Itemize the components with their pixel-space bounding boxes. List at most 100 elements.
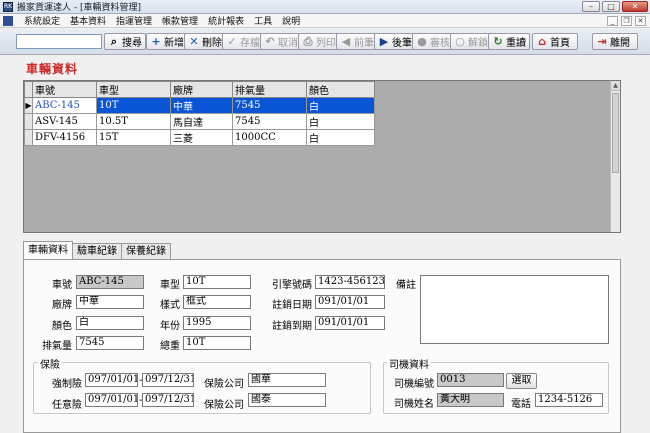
table-cell[interactable]: DFV-4156	[32, 129, 97, 146]
voluntary-to-field[interactable]: 097/12/31	[142, 393, 194, 407]
table-cell[interactable]: 7545	[232, 113, 307, 130]
driver-id-field[interactable]: 0013	[437, 373, 504, 387]
row-indicator-header	[24, 81, 33, 98]
table-cell[interactable]: 7545	[232, 97, 307, 114]
cancel-button[interactable]: ↶ 取消	[260, 33, 302, 50]
mdi-minimize-button[interactable]: _	[607, 16, 618, 26]
expire-label: 註銷到期	[272, 321, 312, 332]
tab-vehicle-info[interactable]: 車輛資料	[23, 241, 73, 259]
next-button[interactable]: ▶ 後筆	[374, 33, 416, 50]
approve-button[interactable]: ● 審核	[412, 33, 454, 50]
home-button[interactable]: ⌂ 首頁	[532, 33, 578, 50]
print-button[interactable]: ⎙ 列印	[298, 33, 340, 50]
brand-label: 廠牌	[52, 300, 72, 311]
reg-date-label: 註銷日期	[272, 300, 312, 311]
compulsory-to-field[interactable]: 097/12/31	[142, 373, 194, 387]
type-field[interactable]: 10T	[183, 275, 251, 289]
weight-field[interactable]: 10T	[183, 336, 251, 350]
table-cell[interactable]: ABC-145	[32, 97, 97, 114]
previous-button[interactable]: ◀ 前筆	[336, 33, 378, 50]
exit-button[interactable]: ⇥ 離開	[592, 33, 638, 50]
scroll-thumb[interactable]	[612, 93, 619, 173]
column-header[interactable]: 顏色	[306, 81, 375, 98]
menu-help[interactable]: 說明	[277, 14, 305, 27]
menu-system[interactable]: 系統設定	[19, 14, 65, 27]
search-input[interactable]	[16, 34, 102, 49]
unlock-icon: ○	[455, 34, 465, 48]
company1-field[interactable]: 國華	[248, 373, 326, 387]
column-header[interactable]: 車號	[32, 81, 97, 98]
brand-field[interactable]: 中華	[76, 295, 144, 309]
mdi-restore-button[interactable]: ❐	[621, 16, 632, 26]
cc-field[interactable]: 7545	[76, 336, 144, 350]
engine-field[interactable]: 1423-456123	[315, 275, 385, 289]
x-icon: ✕	[189, 34, 199, 48]
column-header[interactable]: 車型	[96, 81, 171, 98]
tab-maintenance-records[interactable]: 保養紀錄	[121, 243, 171, 259]
vertical-scrollbar[interactable]: ▲	[610, 81, 620, 232]
table-cell[interactable]: 15T	[96, 129, 171, 146]
minimize-button[interactable]: –	[582, 1, 600, 12]
driver-id-label: 司機編號	[394, 379, 434, 390]
unlock-button[interactable]: ○ 解鎖	[450, 33, 492, 50]
unlock-button-label: 解鎖	[468, 38, 488, 49]
close-button[interactable]: ✕	[622, 1, 648, 12]
reload-button-label: 重讀	[506, 38, 526, 49]
table-cell[interactable]: 1000CC	[232, 129, 307, 146]
menu-dispatch[interactable]: 指運管理	[111, 14, 157, 27]
table-cell[interactable]: 10.5T	[96, 113, 171, 130]
maximize-button[interactable]: □	[602, 1, 620, 12]
add-button[interactable]: + 新增	[146, 33, 188, 50]
expire-field[interactable]: 091/01/01	[315, 316, 385, 330]
year-label: 年份	[160, 321, 180, 332]
search-button[interactable]: ⌕ 搜尋	[104, 33, 146, 50]
phone-field[interactable]: 1234-5126	[535, 393, 603, 407]
menu-reports[interactable]: 統計報表	[203, 14, 249, 27]
reload-button[interactable]: ↻ 重讀	[488, 33, 530, 50]
driver-name-field[interactable]: 黃大明	[437, 393, 504, 407]
column-header[interactable]: 廠牌	[170, 81, 233, 98]
compulsory-label: 強制險	[52, 379, 82, 390]
search-icon: ⌕	[110, 34, 118, 48]
company2-field[interactable]: 國泰	[248, 393, 326, 407]
table-cell[interactable]: 三菱	[170, 129, 233, 146]
approve-button-label: 審核	[430, 38, 450, 49]
tab-inspection-records[interactable]: 驗車紀錄	[72, 243, 122, 259]
mdi-child-icon[interactable]	[3, 15, 13, 26]
column-header[interactable]: 排氣量	[232, 81, 307, 98]
search-button-label: 搜尋	[122, 38, 142, 49]
table-cell[interactable]: 白	[306, 113, 375, 130]
voluntary-from-field[interactable]: 097/01/01	[85, 393, 138, 407]
section-title: 車輛資料	[26, 62, 79, 76]
app-icon: RK	[3, 1, 13, 12]
table-row[interactable]: ▶ ABC-145 10T 中華 7545 白	[24, 97, 375, 114]
vehicle-grid[interactable]: 車號 車型 廠牌 排氣量 顏色 ▶ ABC-145 10T 中華 7545 白 …	[23, 80, 621, 233]
table-cell[interactable]: 白	[306, 97, 375, 114]
table-row[interactable]: ASV-145 10.5T 馬自達 7545 白	[24, 113, 375, 130]
scroll-up-icon[interactable]: ▲	[611, 81, 620, 91]
style-field[interactable]: 框式	[183, 295, 251, 309]
menu-accounts[interactable]: 帳款管理	[157, 14, 203, 27]
year-field[interactable]: 1995	[183, 316, 251, 330]
save-button-label: 存檔	[240, 38, 260, 49]
table-cell[interactable]: ASV-145	[32, 113, 97, 130]
plate-field[interactable]: ABC-145	[76, 275, 144, 289]
menu-basic-data[interactable]: 基本資料	[65, 14, 111, 27]
compulsory-from-field[interactable]: 097/01/01	[85, 373, 138, 387]
table-cell[interactable]: 馬自達	[170, 113, 233, 130]
company-label: 保險公司	[204, 379, 244, 390]
menu-tools[interactable]: 工具	[249, 14, 277, 27]
table-row[interactable]: DFV-4156 15T 三菱 1000CC 白	[24, 129, 375, 146]
previous-icon: ◀	[341, 34, 351, 48]
table-cell[interactable]: 10T	[96, 97, 171, 114]
select-driver-button[interactable]: 選取	[506, 373, 537, 389]
mdi-close-button[interactable]: ✕	[635, 16, 646, 26]
delete-button[interactable]: ✕ 刪除	[184, 33, 226, 50]
remark-field[interactable]	[420, 275, 609, 344]
color-field[interactable]: 白	[76, 316, 144, 330]
reg-date-field[interactable]: 091/01/01	[315, 295, 385, 309]
save-button[interactable]: ✓ 存檔	[222, 33, 264, 50]
table-cell[interactable]: 白	[306, 129, 375, 146]
style-label: 樣式	[160, 300, 180, 311]
table-cell[interactable]: 中華	[170, 97, 233, 114]
